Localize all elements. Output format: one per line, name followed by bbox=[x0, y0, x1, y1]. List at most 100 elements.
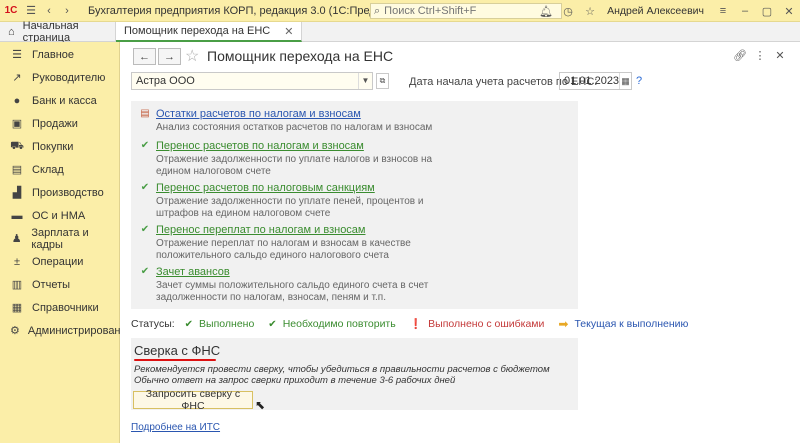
global-search[interactable]: ⌕ bbox=[370, 3, 562, 19]
sidebar-item-label: Покупки bbox=[32, 140, 74, 153]
user-name[interactable]: Андрей Алексеевич bbox=[607, 5, 704, 17]
tab-close-icon[interactable]: ✕ bbox=[284, 25, 293, 38]
sidebar-item-label: Склад bbox=[32, 163, 64, 176]
status-error: ❗ Выполнено с ошибками bbox=[410, 318, 545, 330]
sidebar-item-label: Зарплата и кадры bbox=[31, 226, 89, 251]
organization-field[interactable]: Астра ООО ▼ bbox=[131, 72, 373, 90]
bell-icon[interactable]: 🔔︎ bbox=[535, 0, 557, 22]
forward-button[interactable]: → bbox=[158, 48, 181, 65]
sidebar-item-main[interactable]: ☰ Главное bbox=[0, 43, 119, 66]
back-button[interactable]: ← bbox=[133, 48, 156, 65]
operations-icon: ± bbox=[13, 255, 21, 268]
open-organization-button[interactable]: ⧉ bbox=[376, 73, 389, 89]
close-icon[interactable]: ✕ bbox=[778, 0, 800, 22]
help-link[interactable]: ? bbox=[636, 75, 642, 87]
sidebar-item-operations[interactable]: ± Операции bbox=[0, 250, 119, 273]
settings-menu-icon[interactable]: ≡ bbox=[712, 0, 734, 22]
sidebar-item-bank[interactable]: ● Банк и касса bbox=[0, 89, 119, 112]
status-repeat: ✔ Необходимо повторить bbox=[268, 318, 395, 330]
date-field[interactable]: 01.01.2023 ▦ bbox=[559, 72, 632, 90]
step-link[interactable]: Перенос расчетов по налоговым санкциям bbox=[156, 182, 375, 194]
sidebar-item-label: Продажи bbox=[32, 117, 78, 130]
checkmark-icon: ✔ bbox=[268, 318, 277, 330]
sidebar-item-admin[interactable]: ⚙ Администрирование bbox=[0, 319, 133, 342]
fns-note-line: Рекомендуется провести сверку, чтобы убе… bbox=[134, 364, 550, 375]
chevron-down-icon[interactable]: ▼ bbox=[358, 73, 372, 89]
sidebar-item-reports[interactable]: ▥ Отчеты bbox=[0, 273, 119, 296]
star-icon[interactable]: ☆ bbox=[579, 0, 601, 22]
search-icon: ⌕ bbox=[374, 4, 381, 17]
sidebar-item-label: Главное bbox=[32, 48, 75, 61]
home-icon: ⌂ bbox=[8, 26, 15, 38]
sidebar-item-label: Руководителю bbox=[32, 71, 106, 84]
checkmark-icon: ✔ bbox=[140, 224, 150, 235]
fns-title-underline bbox=[134, 359, 216, 361]
sidebar: ☰ Главное ↗ Руководителю ● Банк и касса ▣ Пр… bbox=[0, 42, 133, 443]
more-icon[interactable]: ⋮ bbox=[750, 49, 770, 62]
step-description: Отражение переплат по налогам и взносам … bbox=[156, 238, 411, 261]
trend-icon: ↗ bbox=[12, 72, 22, 84]
back-icon[interactable]: ‹ bbox=[40, 0, 58, 22]
step-description: Зачет суммы положительного сальдо единог… bbox=[156, 280, 429, 303]
date-value: 01.01.2023 bbox=[564, 75, 620, 87]
more-info-link[interactable]: Подробнее на ИТС bbox=[131, 422, 220, 433]
checkmark-icon: ✔ bbox=[140, 140, 150, 151]
exclamation-icon: ❗ bbox=[409, 318, 423, 330]
status-done-label: Выполнено bbox=[199, 318, 255, 330]
step-link[interactable]: Остатки расчетов по налогам и взносам bbox=[156, 108, 361, 120]
warehouse-icon: ▤ bbox=[11, 164, 23, 176]
minimize-icon[interactable]: – bbox=[734, 0, 756, 22]
sidebar-item-catalogs[interactable]: ▦ Справочники bbox=[0, 296, 119, 319]
tab-ens-assistant[interactable]: Помощник перехода на ЕНС ✕ bbox=[116, 22, 303, 42]
menu-icon: ☰ bbox=[12, 49, 22, 61]
step-description: Анализ состояния остатков расчетов по на… bbox=[156, 122, 433, 133]
history-icon[interactable]: ◷ bbox=[557, 0, 579, 22]
sidebar-item-label: Производство bbox=[32, 186, 104, 199]
step-link[interactable]: Перенос расчетов по налогам и взносам bbox=[156, 140, 364, 152]
request-reconciliation-button[interactable]: Запросить сверку с ФНС bbox=[133, 388, 253, 412]
checkmark-icon: ✔ bbox=[140, 182, 150, 193]
tab-home[interactable]: ⌂ Начальная страница bbox=[0, 20, 116, 44]
fns-reconciliation-panel: Сверка с ФНС Рекомендуется провести свер… bbox=[131, 338, 578, 412]
step-link[interactable]: Зачет авансов bbox=[156, 266, 230, 278]
person-icon: ♟ bbox=[11, 233, 22, 245]
step-link[interactable]: Перенос переплат по налогам и взносам bbox=[156, 224, 366, 236]
sidebar-item-production[interactable]: ▟ Производство bbox=[0, 181, 119, 204]
sidebar-item-warehouse[interactable]: ▤ Склад bbox=[0, 158, 119, 181]
sidebar-item-sales[interactable]: ▣ Продажи bbox=[0, 112, 119, 135]
arrow-left-icon: ← bbox=[139, 50, 150, 63]
sidebar-item-salary[interactable]: ♟ Зарплата и кадры bbox=[0, 226, 119, 251]
arrow-right-icon: → bbox=[164, 50, 175, 63]
calendar-icon[interactable]: ▦ bbox=[619, 73, 631, 89]
main-content: ← → ☆ Помощник перехода на ЕНС 🔗︎ ⋮ ✕ Ас… bbox=[121, 42, 800, 443]
favorite-star-icon[interactable]: ☆ bbox=[185, 46, 199, 66]
menu-icon[interactable]: ☰ bbox=[22, 0, 40, 22]
status-repeat-label: Необходимо повторить bbox=[282, 318, 396, 330]
sidebar-item-assets[interactable]: ▬ ОС и НМА bbox=[0, 204, 119, 227]
maximize-icon[interactable]: ▢ bbox=[756, 0, 778, 22]
gear-icon: ⚙ bbox=[10, 325, 20, 337]
sidebar-item-purchases[interactable]: ⛟ Покупки bbox=[0, 135, 119, 158]
sidebar-item-label: Банк и касса bbox=[32, 94, 97, 107]
fns-title: Сверка с ФНС bbox=[134, 343, 221, 358]
status-current-label: Текущая к выполнению bbox=[574, 318, 689, 330]
step-description: Отражение задолженности по уплате пеней,… bbox=[156, 196, 424, 219]
forward-icon[interactable]: › bbox=[58, 0, 76, 22]
tab-ens-label: Помощник перехода на ЕНС bbox=[124, 25, 271, 37]
tab-home-label: Начальная страница bbox=[22, 20, 79, 44]
fns-note-line: Обычно ответ на запрос сверки приходит в… bbox=[134, 375, 456, 386]
status-current: ➡ Текущая к выполнению bbox=[558, 317, 688, 331]
steps-panel: ▤ Остатки расчетов по налогам и взносам … bbox=[131, 101, 578, 309]
sidebar-item-label: Отчеты bbox=[32, 278, 71, 291]
close-form-icon[interactable]: ✕ bbox=[770, 49, 790, 62]
search-input[interactable] bbox=[384, 5, 545, 17]
fns-note: Рекомендуется провести сверку, чтобы убе… bbox=[134, 364, 550, 386]
sidebar-item-manager[interactable]: ↗ Руководителю bbox=[0, 66, 119, 89]
open-icon: ⧉ bbox=[379, 76, 386, 85]
checkmark-icon: ✔ bbox=[184, 318, 194, 330]
link-icon[interactable]: 🔗︎ bbox=[730, 49, 750, 62]
app-logo: 1С bbox=[4, 5, 18, 16]
truck-icon: ▬ bbox=[11, 209, 23, 222]
factory-icon: ▟ bbox=[12, 187, 22, 199]
chart-icon: ▥ bbox=[11, 279, 23, 291]
